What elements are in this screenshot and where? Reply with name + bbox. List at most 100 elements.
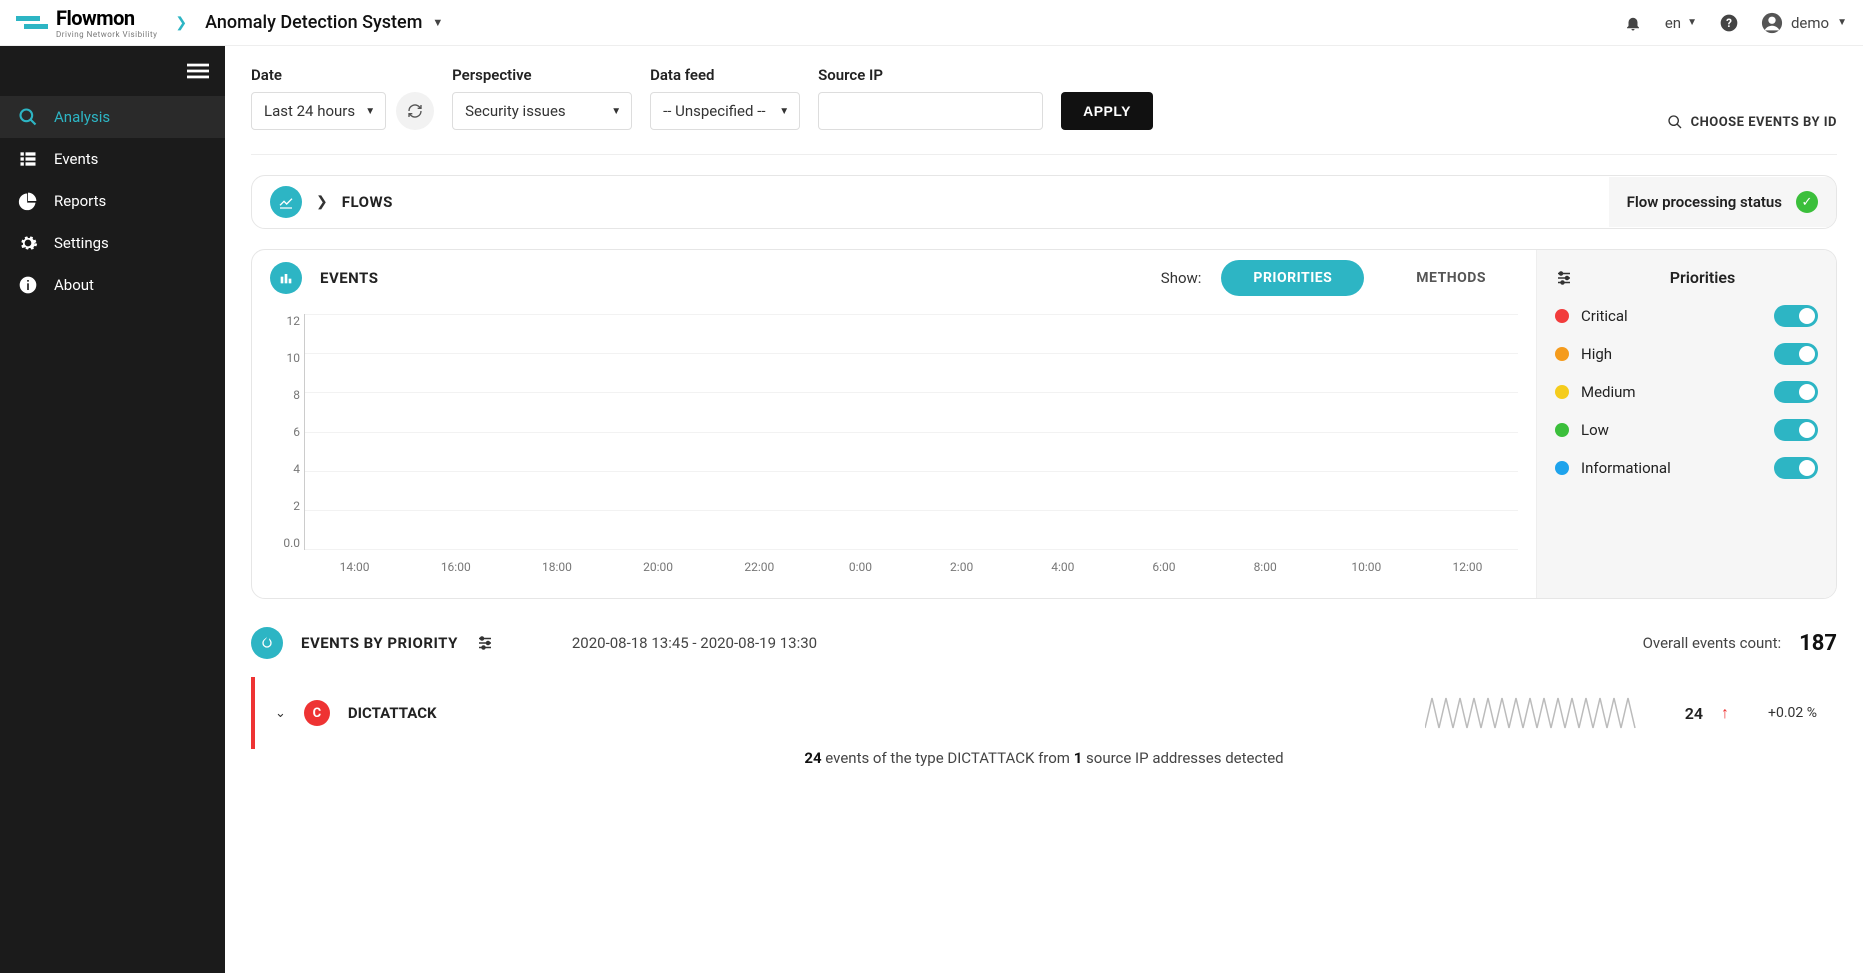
- priority-label: High: [1581, 345, 1612, 363]
- feed-select[interactable]: -- Unspecified -- ▼: [650, 92, 800, 130]
- flows-card: ❯ FLOWS Flow processing status ✓: [251, 175, 1837, 229]
- sidebar-item-label: About: [54, 276, 94, 294]
- search-icon: [1667, 114, 1683, 130]
- flame-icon: [251, 627, 283, 659]
- filters-bar: Date Last 24 hours ▼ Perspective Securit…: [251, 46, 1837, 155]
- priority-toggle[interactable]: [1774, 381, 1818, 403]
- priority-toggle[interactable]: [1774, 343, 1818, 365]
- perspective-value: Security issues: [465, 102, 566, 120]
- sidebar: Analysis Events Reports Settings About: [0, 46, 225, 973]
- refresh-button[interactable]: [396, 92, 434, 130]
- info-icon: [18, 275, 38, 295]
- chevron-right-icon[interactable]: ❯: [316, 194, 328, 210]
- main: Date Last 24 hours ▼ Perspective Securit…: [225, 46, 1863, 973]
- ebp-range: 2020-08-18 13:45 - 2020-08-19 13:30: [572, 634, 817, 652]
- ebp-count-label: Overall events count:: [1643, 634, 1782, 652]
- chevron-down-icon[interactable]: ⌄: [275, 706, 286, 721]
- feed-label: Data feed: [650, 66, 800, 84]
- refresh-icon: [407, 103, 423, 119]
- priority-row-low: Low: [1555, 419, 1818, 441]
- help-icon[interactable]: ?: [1719, 13, 1739, 33]
- breadcrumb[interactable]: Anomaly Detection System ▼: [205, 12, 443, 33]
- dot-icon: [1555, 461, 1569, 475]
- event-detail: 24 events of the type DICTATTACK from 1 …: [251, 749, 1837, 777]
- priority-toggle[interactable]: [1774, 305, 1818, 327]
- logo-mark-icon: [16, 16, 48, 29]
- sidebar-item-about[interactable]: About: [0, 264, 225, 306]
- sidebar-item-label: Analysis: [54, 108, 110, 126]
- priority-toggle[interactable]: [1774, 419, 1818, 441]
- priority-row-informational: Informational: [1555, 457, 1818, 479]
- source-ip-label: Source IP: [818, 66, 1043, 84]
- flows-title: FLOWS: [342, 193, 393, 211]
- tab-priorities[interactable]: PRIORITIES: [1221, 260, 1364, 296]
- lang-selector[interactable]: en ▼: [1665, 14, 1697, 32]
- feed-value: -- Unspecified --: [663, 102, 765, 120]
- topbar: Flowmon Driving Network Visibility ❯ Ano…: [0, 0, 1863, 46]
- dot-icon: [1555, 423, 1569, 437]
- priorities-panel: Priorities Critical High Medium Low Informat…: [1536, 250, 1836, 598]
- event-name: DICTATTACK: [348, 704, 437, 722]
- ebp-count-value: 187: [1799, 631, 1837, 656]
- logo[interactable]: Flowmon Driving Network Visibility: [16, 6, 157, 39]
- chart-icon: [270, 186, 302, 218]
- hamburger-icon[interactable]: [0, 46, 225, 96]
- sliders-icon[interactable]: [476, 634, 494, 652]
- bell-icon[interactable]: [1623, 13, 1643, 33]
- priority-row-critical: Critical: [1555, 305, 1818, 327]
- events-chart: 121086420.0 14:0016:0018:0020:0022:000:0…: [270, 314, 1518, 574]
- event-delta: +0.02 %: [1747, 705, 1817, 721]
- events-card: EVENTS Show: PRIORITIES METHODS 12108642…: [251, 249, 1837, 599]
- event-detail-src: 1: [1074, 749, 1083, 767]
- search-icon: [18, 107, 38, 127]
- brand-tagline: Driving Network Visibility: [56, 30, 157, 39]
- event-detail-end: source IP addresses detected: [1082, 749, 1283, 767]
- priorities-title: Priorities: [1587, 268, 1818, 287]
- event-row-dictattack[interactable]: ⌄ C DICTATTACK 24 ↑ +0.02 %: [251, 677, 1837, 749]
- date-select[interactable]: Last 24 hours ▼: [251, 92, 386, 130]
- source-ip-input[interactable]: [818, 92, 1043, 130]
- sliders-icon[interactable]: [1555, 269, 1573, 287]
- events-by-priority-header: EVENTS BY PRIORITY 2020-08-18 13:45 - 20…: [251, 627, 1837, 659]
- caret-down-icon: ▼: [611, 106, 621, 117]
- show-label: Show:: [1161, 269, 1202, 287]
- caret-down-icon: ▼: [1687, 17, 1697, 28]
- list-icon: [18, 149, 38, 169]
- sidebar-item-label: Events: [54, 150, 98, 168]
- tab-methods[interactable]: METHODS: [1384, 260, 1518, 296]
- event-count: 24: [1663, 704, 1703, 723]
- sidebar-item-settings[interactable]: Settings: [0, 222, 225, 264]
- perspective-label: Perspective: [452, 66, 632, 84]
- priority-label: Critical: [1581, 307, 1628, 325]
- breadcrumb-label: Anomaly Detection System: [205, 12, 422, 33]
- perspective-select[interactable]: Security issues ▼: [452, 92, 632, 130]
- sidebar-item-label: Settings: [54, 234, 109, 252]
- user-menu[interactable]: demo ▼: [1761, 12, 1847, 34]
- user-icon: [1761, 12, 1783, 34]
- priority-label: Medium: [1581, 383, 1636, 401]
- arrow-up-icon: ↑: [1721, 703, 1729, 723]
- sparkline-icon: [1425, 693, 1645, 733]
- date-label: Date: [251, 66, 434, 84]
- bar-chart-icon: [270, 262, 302, 294]
- lang-value: en: [1665, 14, 1681, 32]
- caret-down-icon: ▼: [432, 16, 443, 29]
- events-title: EVENTS: [320, 269, 378, 287]
- event-detail-count: 24: [804, 749, 821, 767]
- sidebar-item-analysis[interactable]: Analysis: [0, 96, 225, 138]
- priority-label: Informational: [1581, 459, 1671, 477]
- date-value: Last 24 hours: [264, 102, 355, 120]
- severity-badge: C: [304, 700, 330, 726]
- ebp-title: EVENTS BY PRIORITY: [301, 634, 458, 652]
- sidebar-item-reports[interactable]: Reports: [0, 180, 225, 222]
- svg-text:?: ?: [1726, 16, 1732, 30]
- sidebar-item-events[interactable]: Events: [0, 138, 225, 180]
- priority-toggle[interactable]: [1774, 457, 1818, 479]
- caret-down-icon: ▼: [1837, 17, 1847, 28]
- check-icon: ✓: [1796, 191, 1818, 213]
- brand-name: Flowmon: [56, 6, 157, 30]
- choose-by-id-link[interactable]: CHOOSE EVENTS BY ID: [1667, 114, 1837, 130]
- apply-button[interactable]: APPLY: [1061, 92, 1153, 130]
- gear-icon: [18, 233, 38, 253]
- pie-icon: [18, 191, 38, 211]
